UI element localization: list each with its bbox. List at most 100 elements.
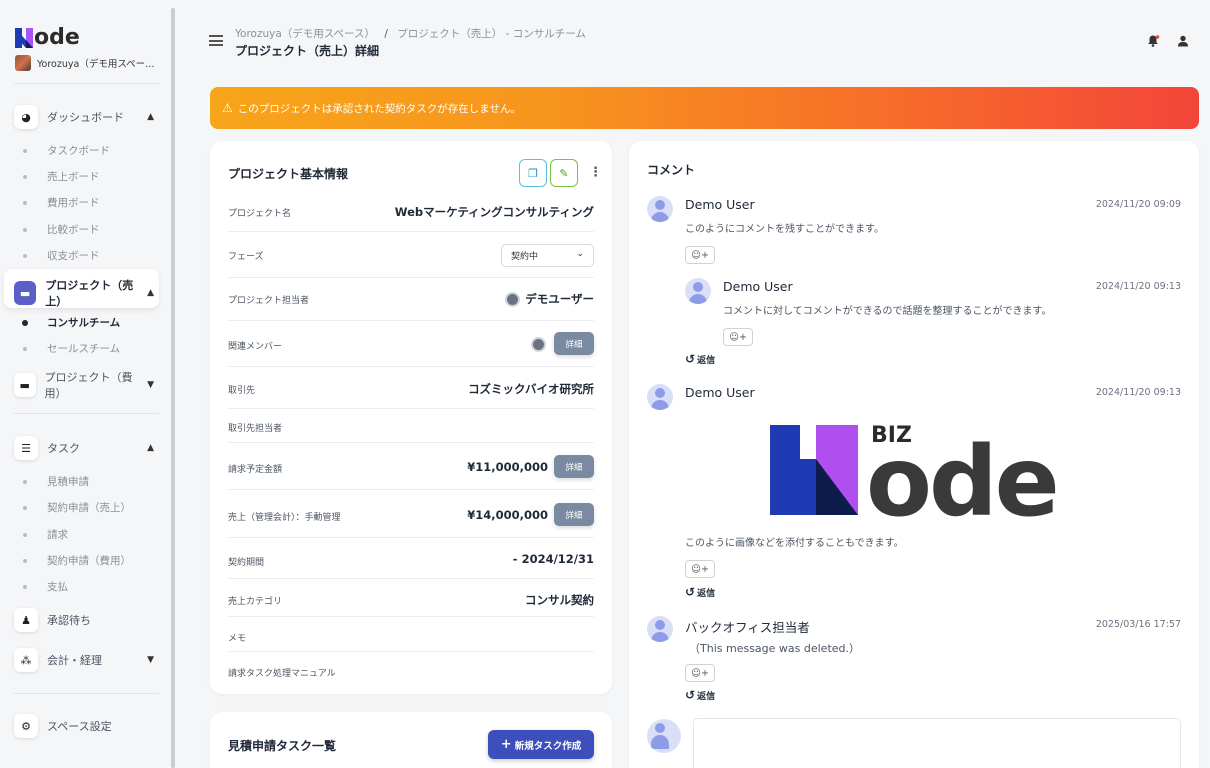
sales-detail-button[interactable]: 詳細 [554, 503, 594, 526]
reaction-button[interactable]: ☺+ [723, 328, 753, 346]
comment-text: このようにコメントを残すことができます。 [685, 224, 884, 235]
app-logo[interactable]: ode [15, 20, 80, 50]
phase-select[interactable]: 契約中 ⌄ [501, 244, 594, 267]
user-icon[interactable] [1176, 34, 1190, 48]
row-divider [228, 442, 594, 443]
breadcrumb-workspace[interactable]: Yorozuya（デモ用スペース） [235, 28, 375, 40]
sidebar-divider [14, 83, 159, 84]
biz-node-logo-image[interactable]: BIZ ode [770, 421, 1083, 517]
reaction-button[interactable]: ☺+ [685, 664, 715, 682]
reaction-button[interactable]: ☺+ [685, 246, 715, 264]
reply-icon: ↺ [685, 688, 696, 702]
sidebar-item-task-board[interactable]: タスクボード [23, 143, 110, 158]
nav-dashboard[interactable]: ◕ ダッシュボード ▲ [14, 105, 154, 129]
reply-button[interactable]: ↺ 返信 [685, 585, 715, 599]
workspace-avatar [15, 55, 31, 71]
svg-text:ode: ode [866, 426, 1057, 517]
workspace-switcher[interactable]: Yorozuya（デモ用スペー… [15, 55, 155, 71]
menu-icon[interactable] [209, 35, 223, 46]
nav-tasks[interactable]: ☰ タスク ▲ [14, 436, 154, 460]
comment-input[interactable] [693, 718, 1181, 768]
row-divider [228, 489, 594, 490]
nav-accounting[interactable]: ⁂ 会計・経理 ▼ [14, 648, 154, 672]
nav-approval[interactable]: ♟ 承認待ち [14, 608, 154, 632]
label-memo: メモ [228, 634, 247, 644]
workspace-name: Yorozuya（デモ用スペー… [37, 59, 155, 70]
sidebar-item-estimate[interactable]: 見積申請 [23, 474, 89, 489]
comment-text: このように画像などを添付することもできます。 [685, 538, 904, 549]
sidebar-item-consul-team[interactable]: コンサルチーム [22, 315, 120, 330]
label-sales-amount: 売上（管理会計）：手動管理 [228, 513, 341, 523]
nav-dashboard-label: ダッシュボード [47, 111, 124, 124]
sidebar-divider [14, 693, 159, 694]
new-task-button[interactable]: + 新規タスク作成 [488, 730, 594, 759]
sidebar-item-sales-team[interactable]: セールスチーム [23, 341, 120, 356]
nav-space-settings[interactable]: ⚙ スペース設定 [14, 714, 154, 738]
row-divider [228, 320, 594, 321]
comment-date: 2024/11/20 09:13 [1095, 387, 1181, 398]
sidebar-item-cost-board[interactable]: 費用ボード [23, 195, 100, 210]
logo-text: ode [34, 25, 80, 50]
bell-icon[interactable] [1146, 34, 1160, 48]
breadcrumb: Yorozuya（デモ用スペース） / プロジェクト（売上） - コンサルチーム [235, 26, 586, 41]
label-project-name: プロジェクト名 [228, 209, 292, 219]
row-divider [228, 578, 594, 579]
reaction-button[interactable]: ☺+ [685, 560, 715, 578]
value-contract-period: - 2024/12/31 [512, 552, 594, 566]
phase-select-value: 契約中 [511, 252, 539, 262]
warning-icon: ⚠ [222, 101, 233, 115]
comment-author: Demo User [685, 385, 755, 400]
breadcrumb-separator: / [384, 28, 388, 40]
label-manual: 請求タスク処理マニュアル [228, 669, 336, 679]
comment-author: バックオフィス担当者 [685, 620, 810, 635]
nav-project-cost[interactable]: ▬ プロジェクト（費用） ▼ [14, 369, 154, 401]
sidebar-scrollbar[interactable] [171, 8, 175, 768]
avatar [647, 719, 681, 753]
row-divider [228, 616, 594, 617]
reply-button[interactable]: ↺ 返信 [685, 352, 715, 366]
comment-text: （This message was deleted.） [689, 642, 861, 655]
project-info-title: プロジェクト基本情報 [228, 167, 349, 181]
sidebar-item-payment[interactable]: 支払 [23, 579, 68, 594]
chevron-down-icon: ▼ [147, 655, 154, 665]
plus-icon: + [500, 737, 512, 752]
avatar [647, 616, 673, 642]
list-icon: ☰ [14, 436, 38, 460]
sidebar-item-sales-board[interactable]: 売上ボード [23, 169, 100, 184]
sidebar-item-compare-board[interactable]: 比較ボード [23, 222, 100, 237]
project-info-card: プロジェクト基本情報 ❐ ✎ ⋮ プロジェクト名 Webマーケティングコンサルテ… [210, 141, 612, 694]
more-vertical-icon[interactable]: ⋮ [589, 165, 602, 180]
logo-mark-icon [15, 28, 33, 48]
nav-approval-label: 承認待ち [47, 614, 91, 627]
value-client: コズミックバイオ研究所 [468, 382, 594, 396]
members-detail-button[interactable]: 詳細 [554, 332, 594, 355]
label-project-owner: プロジェクト担当者 [228, 296, 310, 306]
edit-icon: ✎ [559, 166, 569, 180]
chevron-up-icon: ▲ [147, 443, 154, 453]
nav-project-cost-label: プロジェクト（費用） [44, 371, 133, 400]
chevron-up-icon: ▲ [147, 112, 154, 122]
edit-button[interactable]: ✎ [550, 159, 578, 187]
invoice-detail-button[interactable]: 詳細 [554, 455, 594, 478]
nav-space-settings-label: スペース設定 [47, 720, 112, 733]
sidebar-item-balance-board[interactable]: 収支ボード [23, 248, 100, 263]
breadcrumb-project[interactable]: プロジェクト（売上） - コンサルチーム [397, 28, 586, 40]
copy-button[interactable]: ❐ [519, 159, 547, 187]
page-title: プロジェクト（売上）詳細 [235, 44, 380, 58]
avatar [685, 278, 711, 304]
sidebar-item-invoice[interactable]: 請求 [23, 527, 68, 542]
new-task-label: 新規タスク作成 [514, 740, 582, 752]
folder-icon: ▬ [14, 373, 36, 397]
sidebar-item-contract-sales[interactable]: 契約申請（売上） [23, 500, 131, 515]
chevron-up-icon: ▲ [147, 288, 154, 298]
row-divider [228, 366, 594, 367]
comment-date: 2024/11/20 09:09 [1095, 199, 1181, 210]
comment-date: 2024/11/20 09:13 [1095, 281, 1181, 292]
reply-button[interactable]: ↺ 返信 [685, 688, 715, 702]
comments-card: コメント Demo User 2024/11/20 09:09 このようにコメン… [629, 141, 1199, 768]
nav-project-sales[interactable]: ▬ プロジェクト（売上） ▲ [4, 269, 159, 308]
sidebar: ode Yorozuya（デモ用スペー… ◕ ダッシュボード ▲ タスクボード … [0, 0, 172, 768]
sidebar-item-contract-cost[interactable]: 契約申請（費用） [23, 553, 131, 568]
chevron-down-icon: ⌄ [576, 249, 584, 259]
label-client: 取引先 [228, 386, 256, 396]
